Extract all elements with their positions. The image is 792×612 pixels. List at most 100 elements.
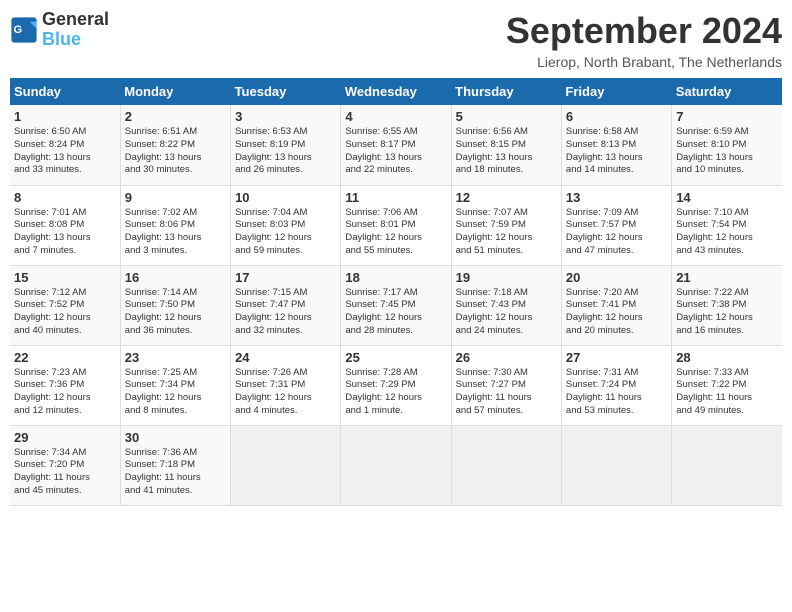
day-info: Sunrise: 7:23 AM Sunset: 7:36 PM Dayligh… xyxy=(14,367,116,418)
day-info: Sunrise: 7:06 AM Sunset: 8:01 PM Dayligh… xyxy=(345,207,446,258)
day-info: Sunrise: 7:17 AM Sunset: 7:45 PM Dayligh… xyxy=(345,287,446,338)
day-number: 14 xyxy=(676,190,778,205)
week-row-5: 29 Sunrise: 7:34 AM Sunset: 7:20 PM Dayli… xyxy=(10,425,782,505)
logo-text: General Blue xyxy=(42,10,109,50)
day-header-thursday: Thursday xyxy=(451,78,561,105)
week-row-4: 22Sunrise: 7:23 AM Sunset: 7:36 PM Dayli… xyxy=(10,345,782,425)
calendar-cell: 25 Sunrise: 7:28 AM Sunset: 7:29 PM Dayli… xyxy=(341,345,451,425)
day-info: Sunrise: 7:33 AM Sunset: 7:22 PM Dayligh… xyxy=(676,367,778,418)
calendar-cell: 9Sunrise: 7:02 AM Sunset: 8:06 PM Daylig… xyxy=(120,185,230,265)
day-number: 28 xyxy=(676,350,778,365)
calendar-cell: 10 Sunrise: 7:04 AM Sunset: 8:03 PM Dayli… xyxy=(231,185,341,265)
calendar-cell: 6 Sunrise: 6:58 AM Sunset: 8:13 PM Daylig… xyxy=(561,105,671,185)
day-info: Sunrise: 7:02 AM Sunset: 8:06 PM Dayligh… xyxy=(125,207,226,258)
day-info: Sunrise: 6:59 AM Sunset: 8:10 PM Dayligh… xyxy=(676,126,778,177)
day-info: Sunrise: 7:07 AM Sunset: 7:59 PM Dayligh… xyxy=(456,207,557,258)
calendar-cell: 17Sunrise: 7:15 AM Sunset: 7:47 PM Dayli… xyxy=(231,265,341,345)
day-number: 19 xyxy=(456,270,557,285)
day-number: 6 xyxy=(566,109,667,124)
calendar-table: SundayMondayTuesdayWednesdayThursdayFrid… xyxy=(10,78,782,506)
day-number: 25 xyxy=(345,350,446,365)
day-number: 10 xyxy=(235,190,336,205)
calendar-cell xyxy=(451,425,561,505)
day-info: Sunrise: 6:53 AM Sunset: 8:19 PM Dayligh… xyxy=(235,126,336,177)
day-number: 15 xyxy=(14,270,116,285)
calendar-cell: 21Sunrise: 7:22 AM Sunset: 7:38 PM Dayli… xyxy=(672,265,782,345)
day-number: 16 xyxy=(125,270,226,285)
calendar-cell xyxy=(561,425,671,505)
day-info: Sunrise: 7:36 AM Sunset: 7:18 PM Dayligh… xyxy=(125,447,226,498)
calendar-cell: 29 Sunrise: 7:34 AM Sunset: 7:20 PM Dayli… xyxy=(10,425,120,505)
calendar-cell: 3 Sunrise: 6:53 AM Sunset: 8:19 PM Daylig… xyxy=(231,105,341,185)
calendar-title: September 2024 xyxy=(506,10,782,52)
calendar-cell: 7 Sunrise: 6:59 AM Sunset: 8:10 PM Daylig… xyxy=(672,105,782,185)
day-number: 1 xyxy=(14,109,116,124)
calendar-cell: 14 Sunrise: 7:10 AM Sunset: 7:54 PM Dayli… xyxy=(672,185,782,265)
calendar-cell: 23 Sunrise: 7:25 AM Sunset: 7:34 PM Dayli… xyxy=(120,345,230,425)
calendar-cell: 18 Sunrise: 7:17 AM Sunset: 7:45 PM Dayli… xyxy=(341,265,451,345)
day-info: Sunrise: 7:20 AM Sunset: 7:41 PM Dayligh… xyxy=(566,287,667,338)
day-info: Sunrise: 6:51 AM Sunset: 8:22 PM Dayligh… xyxy=(125,126,226,177)
calendar-cell: 15 Sunrise: 7:12 AM Sunset: 7:52 PM Dayli… xyxy=(10,265,120,345)
week-row-1: 1 Sunrise: 6:50 AM Sunset: 8:24 PM Daylig… xyxy=(10,105,782,185)
day-number: 18 xyxy=(345,270,446,285)
day-number: 23 xyxy=(125,350,226,365)
day-number: 20 xyxy=(566,270,667,285)
day-info: Sunrise: 7:04 AM Sunset: 8:03 PM Dayligh… xyxy=(235,207,336,258)
day-number: 3 xyxy=(235,109,336,124)
day-info: Sunrise: 7:22 AM Sunset: 7:38 PM Dayligh… xyxy=(676,287,778,338)
calendar-cell: 22Sunrise: 7:23 AM Sunset: 7:36 PM Dayli… xyxy=(10,345,120,425)
day-number: 24 xyxy=(235,350,336,365)
calendar-cell: 11 Sunrise: 7:06 AM Sunset: 8:01 PM Dayli… xyxy=(341,185,451,265)
day-number: 4 xyxy=(345,109,446,124)
day-info: Sunrise: 7:18 AM Sunset: 7:43 PM Dayligh… xyxy=(456,287,557,338)
calendar-cell: 20 Sunrise: 7:20 AM Sunset: 7:41 PM Dayli… xyxy=(561,265,671,345)
calendar-cell: 26Sunrise: 7:30 AM Sunset: 7:27 PM Dayli… xyxy=(451,345,561,425)
calendar-cell xyxy=(672,425,782,505)
day-header-monday: Monday xyxy=(120,78,230,105)
day-info: Sunrise: 7:31 AM Sunset: 7:24 PM Dayligh… xyxy=(566,367,667,418)
logo: G General Blue xyxy=(10,10,109,50)
calendar-cell: 8Sunrise: 7:01 AM Sunset: 8:08 PM Daylig… xyxy=(10,185,120,265)
day-header-friday: Friday xyxy=(561,78,671,105)
day-info: Sunrise: 7:28 AM Sunset: 7:29 PM Dayligh… xyxy=(345,367,446,418)
day-info: Sunrise: 6:56 AM Sunset: 8:15 PM Dayligh… xyxy=(456,126,557,177)
day-number: 2 xyxy=(125,109,226,124)
day-info: Sunrise: 7:12 AM Sunset: 7:52 PM Dayligh… xyxy=(14,287,116,338)
day-number: 13 xyxy=(566,190,667,205)
day-number: 11 xyxy=(345,190,446,205)
day-header-saturday: Saturday xyxy=(672,78,782,105)
day-header-wednesday: Wednesday xyxy=(341,78,451,105)
day-number: 30 xyxy=(125,430,226,445)
calendar-cell: 1 Sunrise: 6:50 AM Sunset: 8:24 PM Daylig… xyxy=(10,105,120,185)
day-info: Sunrise: 7:14 AM Sunset: 7:50 PM Dayligh… xyxy=(125,287,226,338)
day-header-sunday: Sunday xyxy=(10,78,120,105)
title-area: September 2024 Lierop, North Brabant, Th… xyxy=(506,10,782,70)
calendar-cell: 30 Sunrise: 7:36 AM Sunset: 7:18 PM Dayli… xyxy=(120,425,230,505)
day-number: 7 xyxy=(676,109,778,124)
day-info: Sunrise: 7:26 AM Sunset: 7:31 PM Dayligh… xyxy=(235,367,336,418)
calendar-cell: 24 Sunrise: 7:26 AM Sunset: 7:31 PM Dayli… xyxy=(231,345,341,425)
day-info: Sunrise: 6:50 AM Sunset: 8:24 PM Dayligh… xyxy=(14,126,116,177)
calendar-cell: 5Sunrise: 6:56 AM Sunset: 8:15 PM Daylig… xyxy=(451,105,561,185)
calendar-cell: 19 Sunrise: 7:18 AM Sunset: 7:43 PM Dayli… xyxy=(451,265,561,345)
calendar-cell: 2 Sunrise: 6:51 AM Sunset: 8:22 PM Daylig… xyxy=(120,105,230,185)
day-header-tuesday: Tuesday xyxy=(231,78,341,105)
day-info: Sunrise: 7:34 AM Sunset: 7:20 PM Dayligh… xyxy=(14,447,116,498)
logo-icon: G xyxy=(10,16,38,44)
day-info: Sunrise: 7:25 AM Sunset: 7:34 PM Dayligh… xyxy=(125,367,226,418)
day-number: 29 xyxy=(14,430,116,445)
day-number: 27 xyxy=(566,350,667,365)
day-number: 12 xyxy=(456,190,557,205)
day-number: 26 xyxy=(456,350,557,365)
day-info: Sunrise: 7:10 AM Sunset: 7:54 PM Dayligh… xyxy=(676,207,778,258)
calendar-cell: 28 Sunrise: 7:33 AM Sunset: 7:22 PM Dayli… xyxy=(672,345,782,425)
day-info: Sunrise: 7:15 AM Sunset: 7:47 PM Dayligh… xyxy=(235,287,336,338)
day-info: Sunrise: 6:58 AM Sunset: 8:13 PM Dayligh… xyxy=(566,126,667,177)
svg-text:G: G xyxy=(14,24,23,36)
calendar-cell: 13Sunrise: 7:09 AM Sunset: 7:57 PM Dayli… xyxy=(561,185,671,265)
calendar-cell xyxy=(231,425,341,505)
calendar-cell: 12 Sunrise: 7:07 AM Sunset: 7:59 PM Dayli… xyxy=(451,185,561,265)
day-info: Sunrise: 6:55 AM Sunset: 8:17 PM Dayligh… xyxy=(345,126,446,177)
calendar-cell xyxy=(341,425,451,505)
